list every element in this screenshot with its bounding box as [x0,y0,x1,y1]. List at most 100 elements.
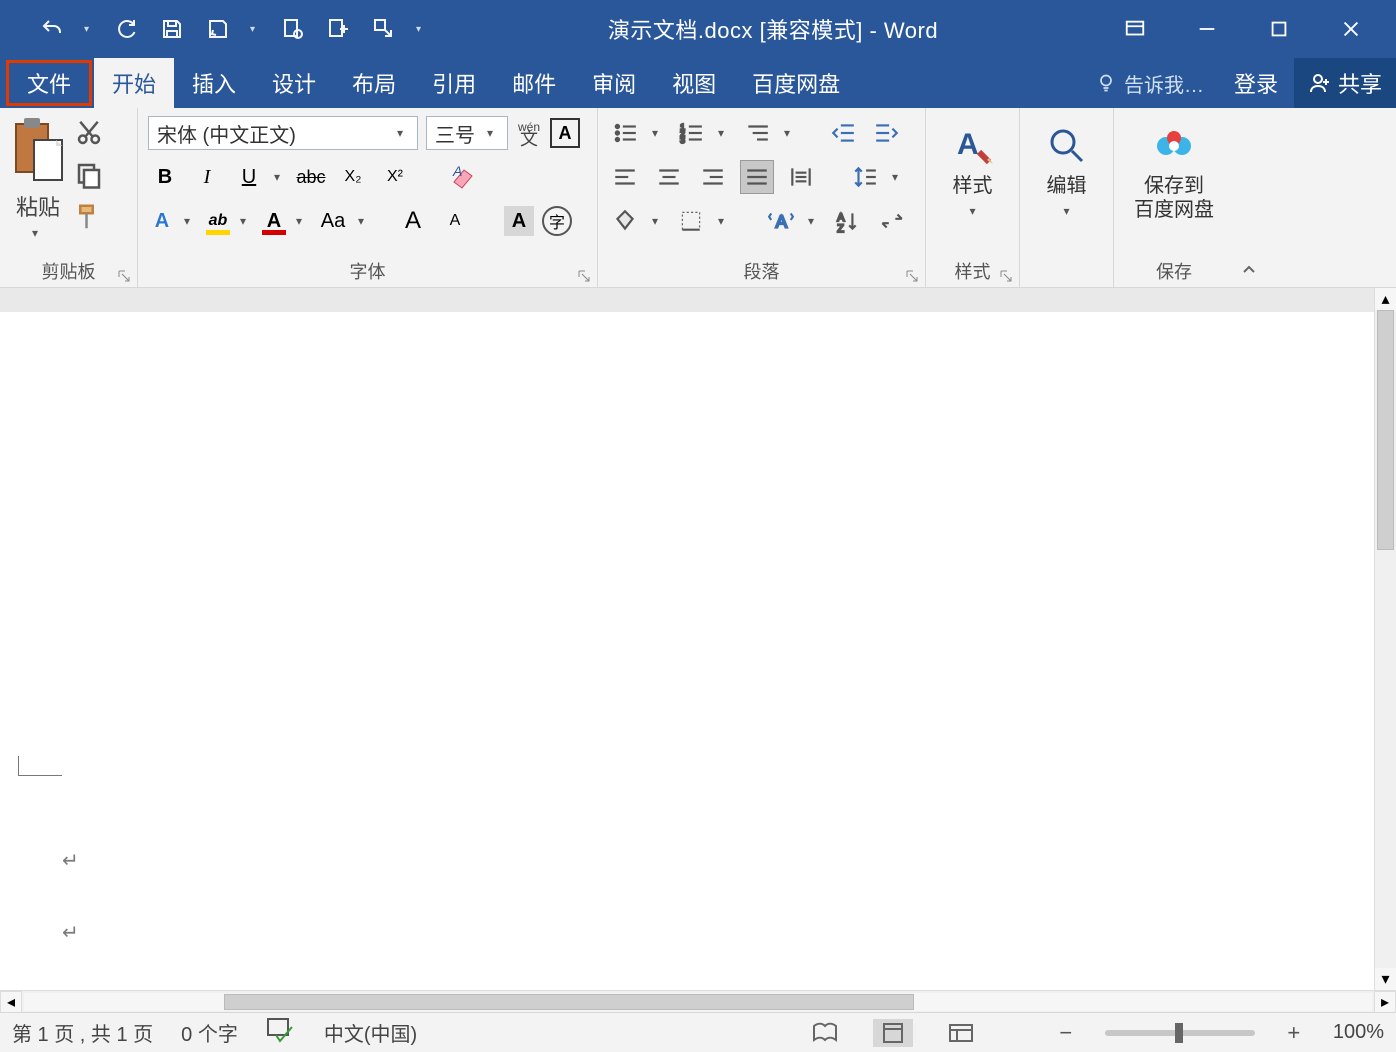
scroll-up-button[interactable]: ▴ [1375,288,1396,310]
distribute-button[interactable] [784,160,818,194]
read-mode-button[interactable] [805,1019,845,1047]
tab-references[interactable]: 引用 [414,58,494,108]
justify-button[interactable] [740,160,774,194]
tab-file[interactable]: 文件 [6,60,92,106]
subscript-button[interactable]: X₂ [336,160,370,194]
copy-button[interactable] [74,160,104,190]
superscript-button[interactable]: X² [378,160,412,194]
increase-indent-button[interactable] [870,116,904,150]
font-launcher[interactable] [577,267,591,281]
enclose-char-button[interactable]: 字 [542,206,572,236]
spell-check-button[interactable] [266,1017,296,1049]
text-effects-dropdown[interactable]: ▾ [184,214,196,228]
char-scale-button[interactable]: A [764,204,798,238]
touch-mode-button[interactable] [370,15,398,43]
line-spacing-button[interactable] [848,160,882,194]
highlight-button[interactable]: ab [204,207,232,235]
save-as-dropdown[interactable]: ▾ [250,24,260,35]
ribbon-display-button[interactable] [1120,14,1150,44]
tell-me-search[interactable]: 告诉我… [1096,58,1218,108]
tab-design[interactable]: 设计 [254,58,334,108]
undo-dropdown[interactable]: ▾ [84,24,94,35]
underline-button[interactable]: U [232,160,266,194]
collapse-ribbon-button[interactable] [1234,108,1264,287]
bold-button[interactable]: B [148,160,182,194]
new-button[interactable] [324,15,352,43]
format-painter-button[interactable] [74,202,104,232]
word-count[interactable]: 0 个字 [181,1018,238,1047]
change-case-dropdown[interactable]: ▾ [358,214,370,228]
bullets-button[interactable] [608,116,642,150]
styles-launcher[interactable] [999,267,1013,281]
zoom-knob[interactable] [1175,1023,1183,1043]
font-color-button[interactable]: A [260,207,288,235]
shrink-font-button[interactable]: A [438,204,472,238]
tab-review[interactable]: 审阅 [574,58,654,108]
save-baidu-button[interactable]: 保存到百度网盘 [1124,116,1224,222]
page-indicator[interactable]: 第 1 页 , 共 1 页 [12,1018,153,1047]
text-effects-button[interactable]: A [148,207,176,235]
language-indicator[interactable]: 中文(中国) [324,1018,417,1047]
borders-button[interactable] [674,204,708,238]
paste-button[interactable]: 粘贴 ▾ [10,116,66,240]
show-marks-button[interactable] [874,204,908,238]
redo-button[interactable] [112,15,140,43]
tab-insert[interactable]: 插入 [174,58,254,108]
numbering-button[interactable]: 123 [674,116,708,150]
tab-view[interactable]: 视图 [654,58,734,108]
print-preview-button[interactable] [278,15,306,43]
save-button[interactable] [158,15,186,43]
clear-format-button[interactable]: A [448,162,478,192]
align-right-button[interactable] [696,160,730,194]
char-border-button[interactable]: A [550,118,580,148]
decrease-indent-button[interactable] [826,116,860,150]
vertical-scrollbar[interactable]: ▴ ▾ [1374,288,1396,990]
login-button[interactable]: 登录 [1218,58,1294,108]
hscroll-thumb[interactable] [224,994,914,1010]
font-color-dropdown[interactable]: ▾ [296,214,308,228]
paste-dropdown[interactable]: ▾ [32,226,44,240]
scroll-right-button[interactable]: ▸ [1374,991,1396,1013]
align-center-button[interactable] [652,160,686,194]
grow-font-button[interactable]: A [396,204,430,238]
save-as-button[interactable] [204,15,232,43]
clipboard-launcher[interactable] [117,267,131,281]
horizontal-scrollbar[interactable]: ◂ ▸ [0,990,1396,1012]
zoom-slider[interactable] [1105,1030,1255,1036]
zoom-out-button[interactable]: − [1055,1020,1077,1046]
align-left-button[interactable] [608,160,642,194]
zoom-level[interactable]: 100% [1333,1021,1384,1044]
highlight-dropdown[interactable]: ▾ [240,214,252,228]
change-case-button[interactable]: Aa [316,204,350,238]
scroll-left-button[interactable]: ◂ [0,991,22,1013]
tab-home[interactable]: 开始 [94,58,174,108]
phonetic-guide-button[interactable]: wén文 [516,121,542,145]
sort-button[interactable]: AZ [830,204,864,238]
strike-button[interactable]: abc [294,160,328,194]
scroll-down-button[interactable]: ▾ [1375,968,1396,990]
maximize-button[interactable] [1264,14,1294,44]
styles-button[interactable]: A 样式 ▾ [936,116,1009,218]
minimize-button[interactable] [1192,14,1222,44]
close-button[interactable] [1336,14,1366,44]
tab-baidu[interactable]: 百度网盘 [734,58,858,108]
scroll-thumb[interactable] [1377,310,1394,550]
zoom-in-button[interactable]: + [1283,1020,1305,1046]
undo-button[interactable] [38,15,66,43]
italic-button[interactable]: I [190,160,224,194]
share-button[interactable]: 共享 [1294,58,1396,108]
cut-button[interactable] [74,118,104,148]
font-name-combo[interactable]: 宋体 (中文正文)▾ [148,116,418,150]
underline-dropdown[interactable]: ▾ [274,170,286,184]
font-size-combo[interactable]: 三号▾ [426,116,508,150]
tab-mailings[interactable]: 邮件 [494,58,574,108]
multilevel-button[interactable] [740,116,774,150]
tab-layout[interactable]: 布局 [334,58,414,108]
editing-button[interactable]: 编辑 ▾ [1030,116,1103,218]
qat-customize-dropdown[interactable]: ▾ [416,24,426,35]
char-shading-button[interactable]: A [504,206,534,236]
shading-button[interactable] [608,204,642,238]
print-layout-button[interactable] [873,1019,913,1047]
paragraph-launcher[interactable] [905,267,919,281]
page[interactable]: ↵ ↵ ↵ ↵ [0,288,1374,990]
